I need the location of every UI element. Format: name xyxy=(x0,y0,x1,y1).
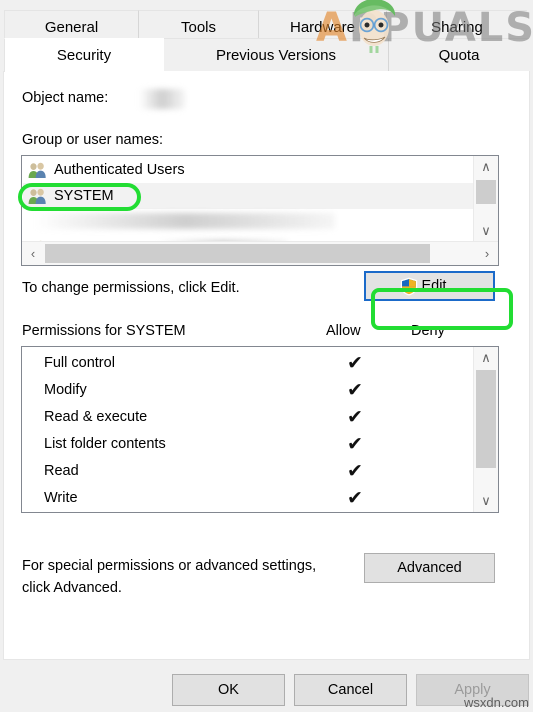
scrollbar-thumb[interactable] xyxy=(476,370,496,468)
ok-button-label: OK xyxy=(218,682,239,698)
allow-checkmark-icon[interactable]: ✔ xyxy=(340,488,370,508)
tab-sharing-label: Sharing xyxy=(431,19,483,36)
allow-checkmark-icon[interactable]: ✔ xyxy=(340,380,370,400)
change-permissions-hint: To change permissions, click Edit. xyxy=(22,280,240,296)
users-icon xyxy=(28,162,47,179)
table-row[interactable]: Read & execute ✔ xyxy=(22,404,498,430)
scrollbar-thumb[interactable] xyxy=(45,244,430,263)
advanced-hint-line-1: For special permissions or advanced sett… xyxy=(22,558,317,574)
advanced-button[interactable]: Advanced xyxy=(364,553,495,583)
edit-button[interactable]: Edit... xyxy=(364,271,495,301)
group-or-user-names-listbox[interactable]: Authenticated Users SYSTEM ∧ ∨ ‹ › xyxy=(21,155,499,266)
table-row[interactable]: Read ✔ xyxy=(22,458,498,484)
tab-general-label: General xyxy=(44,19,99,36)
object-name-label: Object name: xyxy=(22,90,109,106)
edit-button-label: Edit... xyxy=(421,278,459,294)
tab-quota[interactable]: Quota xyxy=(389,38,529,72)
permissions-vertical-scrollbar[interactable]: ∧ ∨ xyxy=(473,347,498,512)
listbox-horizontal-scrollbar[interactable]: ‹ › xyxy=(22,241,498,265)
table-row[interactable]: Write ✔ xyxy=(22,485,498,511)
allow-checkmark-icon[interactable]: ✔ xyxy=(340,353,370,373)
permission-name: Write xyxy=(44,490,78,506)
list-item-label: Authenticated Users xyxy=(54,162,185,178)
list-item-redacted xyxy=(35,213,335,229)
tab-security-label: Security xyxy=(56,47,112,64)
table-row[interactable]: Modify ✔ xyxy=(22,377,498,403)
tab-previous-versions-label: Previous Versions xyxy=(215,47,337,64)
tab-row-secondary: Security Previous Versions Quota xyxy=(0,38,533,72)
listbox-vertical-scrollbar[interactable]: ∧ ∨ xyxy=(473,156,498,242)
advanced-button-label: Advanced xyxy=(397,560,462,576)
ok-button[interactable]: OK xyxy=(172,674,285,706)
list-item[interactable]: Authenticated Users xyxy=(23,157,475,183)
permissions-listbox[interactable]: Full control ✔ Modify ✔ Read & execute ✔… xyxy=(21,346,499,513)
tab-strip: General Tools Hardware Sharing Security … xyxy=(0,0,533,72)
scroll-right-icon[interactable]: › xyxy=(476,242,498,265)
advanced-hint-line-2: click Advanced. xyxy=(22,580,122,596)
scroll-up-icon[interactable]: ∧ xyxy=(474,156,498,178)
cancel-button-label: Cancel xyxy=(327,682,374,698)
scroll-left-icon[interactable]: ‹ xyxy=(22,242,44,265)
permission-name: Modify xyxy=(44,382,87,398)
permission-name: Read xyxy=(44,463,79,479)
permission-name: Full control xyxy=(44,355,115,371)
permission-name: List folder contents xyxy=(44,436,166,452)
column-header-deny: Deny xyxy=(411,323,445,339)
tab-tools-label: Tools xyxy=(180,19,217,36)
column-header-allow: Allow xyxy=(326,323,361,339)
allow-checkmark-icon[interactable]: ✔ xyxy=(340,434,370,454)
scrollbar-thumb[interactable] xyxy=(476,180,496,204)
users-icon xyxy=(28,188,47,205)
object-name-value-redacted xyxy=(139,89,185,109)
table-row[interactable]: List folder contents ✔ xyxy=(22,431,498,457)
site-watermark: wsxdn.com xyxy=(463,695,529,710)
scroll-down-icon[interactable]: ∨ xyxy=(474,490,498,512)
permissions-title: Permissions for SYSTEM xyxy=(22,323,186,339)
permission-name: Read & execute xyxy=(44,409,148,425)
cancel-button[interactable]: Cancel xyxy=(294,674,407,706)
dialog-command-bar: OK Cancel Apply xyxy=(0,660,533,712)
tab-previous-versions[interactable]: Previous Versions xyxy=(164,38,389,72)
list-item[interactable]: SYSTEM xyxy=(23,183,475,209)
group-or-user-names-label: Group or user names: xyxy=(22,132,164,148)
list-item[interactable] xyxy=(23,209,475,235)
tab-security[interactable]: Security xyxy=(4,38,164,72)
table-row[interactable]: Full control ✔ xyxy=(22,350,498,376)
uac-shield-icon xyxy=(400,277,418,296)
allow-checkmark-icon[interactable]: ✔ xyxy=(340,407,370,427)
allow-checkmark-icon[interactable]: ✔ xyxy=(340,461,370,481)
scroll-up-icon[interactable]: ∧ xyxy=(474,347,498,369)
scroll-down-icon[interactable]: ∨ xyxy=(474,220,498,242)
list-item-label: SYSTEM xyxy=(54,188,114,204)
tab-hardware-label: Hardware xyxy=(289,19,356,36)
security-tab-panel: Object name: Group or user names: Authen… xyxy=(3,71,530,660)
tab-quota-label: Quota xyxy=(438,47,480,64)
